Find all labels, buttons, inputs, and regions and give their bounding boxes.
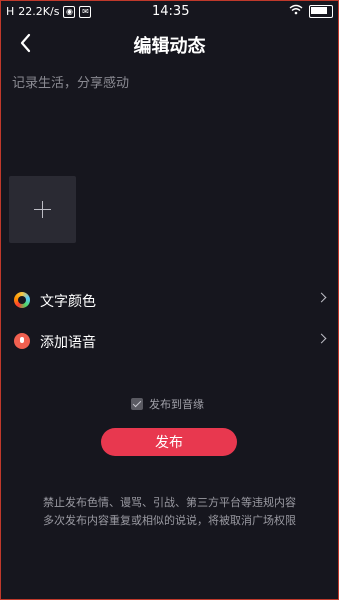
text-color-option[interactable]: 文字颜色: [0, 280, 339, 320]
nav-bar: 编辑动态: [0, 28, 339, 60]
status-bar: H 22.2K/s ◉ ✉ 14:35: [0, 0, 339, 24]
chevron-right-icon: [316, 292, 327, 303]
network-speed: 22.2K/s: [18, 5, 60, 18]
sync-checkbox[interactable]: [131, 398, 143, 410]
color-wheel-icon: [14, 292, 30, 308]
status-time: 14:35: [152, 4, 190, 19]
battery-icon: [309, 4, 333, 18]
message-icon: ✉: [79, 5, 92, 18]
microphone-icon: [14, 333, 30, 349]
publish-button[interactable]: 发布: [101, 428, 237, 456]
page-title: 编辑动态: [133, 36, 206, 57]
text-color-label: 文字颜色: [40, 294, 96, 310]
signal-indicator: H: [6, 5, 15, 18]
notice-line-1: 禁止发布色情、谩骂、引战、第三方平台等违规内容: [43, 496, 296, 509]
notification-icon: ◉: [63, 5, 76, 18]
wifi-icon: [289, 4, 303, 18]
add-voice-option[interactable]: 添加语音: [0, 321, 339, 361]
rules-notice: 禁止发布色情、谩骂、引战、第三方平台等违规内容 多次发布内容重复或相似的说说，将…: [0, 494, 339, 530]
sync-toggle[interactable]: 发布到音缘: [131, 396, 204, 412]
add-media-button[interactable]: [9, 176, 76, 243]
caption-input[interactable]: [12, 76, 312, 91]
status-left: H 22.2K/s ◉ ✉: [6, 5, 92, 18]
status-right: [289, 4, 333, 18]
add-voice-label: 添加语音: [40, 335, 96, 351]
sync-label: 发布到音缘: [149, 398, 204, 411]
notice-line-2: 多次发布内容重复或相似的说说，将被取消广场权限: [43, 514, 296, 527]
chevron-right-icon: [316, 333, 327, 344]
